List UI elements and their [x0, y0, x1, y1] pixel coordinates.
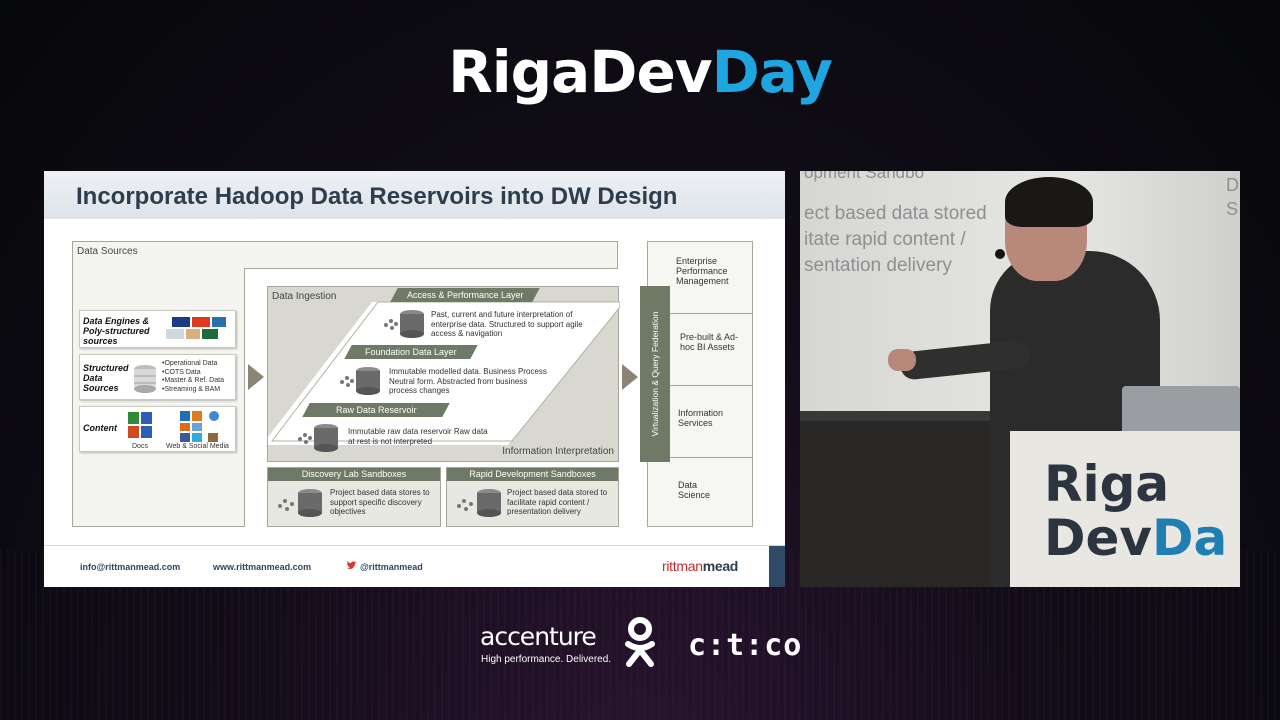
data-ingestion-panel: Data Ingestion Information Interpretatio… [267, 286, 620, 462]
layer-description: Past, current and future interpretation … [431, 310, 583, 338]
layer-name: Raw Data Reservoir [335, 405, 417, 415]
accenture-tagline: High performance. Delivered. [481, 654, 612, 665]
podium: Riga DevDa [1010, 431, 1240, 587]
virtualization-label: Virtualization & Query Federation [650, 311, 660, 437]
slide-title: Incorporate Hadoop Data Reservoirs into … [76, 183, 678, 210]
presentation-slide: Incorporate Hadoop Data Reservoirs into … [44, 171, 785, 587]
twitter-icon [347, 561, 357, 569]
layer-name: Foundation Data Layer [365, 347, 457, 357]
structured-items: •Operational Data •COTS Data •Master & R… [162, 360, 224, 394]
document-icons [128, 412, 152, 438]
slide-header: Incorporate Hadoop Data Reservoirs into … [44, 171, 785, 219]
podium-text-line2: DevDa [1044, 511, 1227, 565]
source-title: Content [83, 423, 117, 433]
footer-email: info@rittmanmead.com [80, 562, 181, 572]
docs-caption: Docs [132, 443, 148, 450]
layer-description: Immutable modelled data. Business Proces… [389, 367, 547, 395]
social-media-icons [180, 411, 219, 442]
discovery-lab-sandbox: Discovery Lab Sandboxes Project based da… [267, 467, 441, 527]
layer-name: Access & Performance Layer [406, 290, 524, 300]
sandbox-title: Rapid Development Sandboxes [447, 468, 618, 481]
podium-text-line1: Riga [1044, 455, 1170, 513]
brand-part1: rittman [662, 558, 703, 574]
projection-text: D [1226, 175, 1239, 195]
source-structured: Structured Data Sources •Operational Dat… [79, 354, 236, 400]
structured-item: •Streaming & BAM [162, 385, 221, 393]
rittmanmead-logo: rittmanmead [662, 558, 738, 574]
projection-text: ect based data stored [804, 203, 987, 224]
footer-edge [769, 546, 785, 587]
payment-cards-icon [166, 317, 226, 339]
virtualization-bar: Virtualization & Query Federation [640, 286, 670, 462]
headset-mic-icon [995, 249, 1005, 259]
structured-item: •Operational Data [162, 360, 218, 367]
podium-text-day: Da [1152, 509, 1228, 567]
access-performance-layer-tag: Access & Performance Layer [390, 288, 540, 302]
arrow-right-icon [248, 364, 264, 390]
speaker-video: opment Sandbo ect based data stored itat… [800, 171, 1240, 587]
data-sources-top-band [244, 241, 618, 269]
output-label: Information Services [678, 408, 724, 428]
brand-part2: mead [702, 558, 739, 574]
odnoklassniki-icon [625, 617, 655, 667]
projection-text: sentation delivery [804, 255, 952, 276]
footer-divider [44, 545, 785, 546]
projection-text: S [1226, 199, 1239, 219]
layer-description: Immutable raw data reservoir Raw data at… [348, 427, 488, 446]
sandbox-title: Discovery Lab Sandboxes [268, 468, 440, 481]
source-content: Content Docs Web & Social Media [79, 406, 236, 452]
foundation-data-layer-tag: Foundation Data Layer [344, 345, 478, 359]
footer-website: www.rittmanmead.com [213, 562, 312, 572]
footer-twitter: @rittmanmead [360, 562, 423, 572]
data-sources-label: Data Sources [77, 246, 138, 257]
database-icon [384, 310, 424, 338]
podium-text-dev: Dev [1044, 509, 1153, 567]
database-icon [278, 489, 322, 517]
database-icon [457, 489, 501, 517]
event-logo-part1: Riga [448, 38, 590, 106]
raw-data-reservoir-tag: Raw Data Reservoir [302, 403, 450, 417]
source-title: Data Engines & Poly-structured sources [83, 316, 150, 346]
source-title: Structured Data Sources [83, 363, 129, 393]
database-icon [134, 365, 156, 393]
projection-text: itate rapid content / [804, 229, 966, 250]
projection-text: opment Sandbo [804, 171, 925, 182]
output-label: Enterprise Performance Management [676, 256, 729, 286]
database-icon [298, 424, 338, 452]
speaker-hand [888, 349, 916, 371]
event-logo-part3: Day [711, 38, 833, 106]
database-icon [340, 367, 380, 395]
web-social-caption: Web & Social Media [166, 443, 229, 450]
output-cell: Data Science [648, 458, 752, 527]
event-logo: RigaDevDay [0, 38, 1280, 106]
arrow-right-icon [622, 364, 638, 390]
speaker-hair [1005, 177, 1093, 227]
output-label: Pre-built & Ad-hoc BI Assets [680, 332, 739, 352]
structured-item: •Master & Ref. Data [162, 377, 224, 384]
structured-item: •COTS Data [162, 368, 201, 376]
sandbox-description: Project based data stored to facilitate … [507, 488, 608, 516]
sandbox-description: Project based data stores to support spe… [330, 488, 430, 516]
rapid-development-sandbox: Rapid Development Sandboxes Project base… [446, 467, 619, 527]
citco-logo: c:t:co [688, 628, 803, 663]
accenture-logo: accenture [480, 622, 597, 651]
output-label: Data Science [678, 480, 711, 500]
source-data-engines: Data Engines & Poly-structured sources [79, 310, 236, 348]
event-logo-part2: Dev [589, 38, 712, 106]
